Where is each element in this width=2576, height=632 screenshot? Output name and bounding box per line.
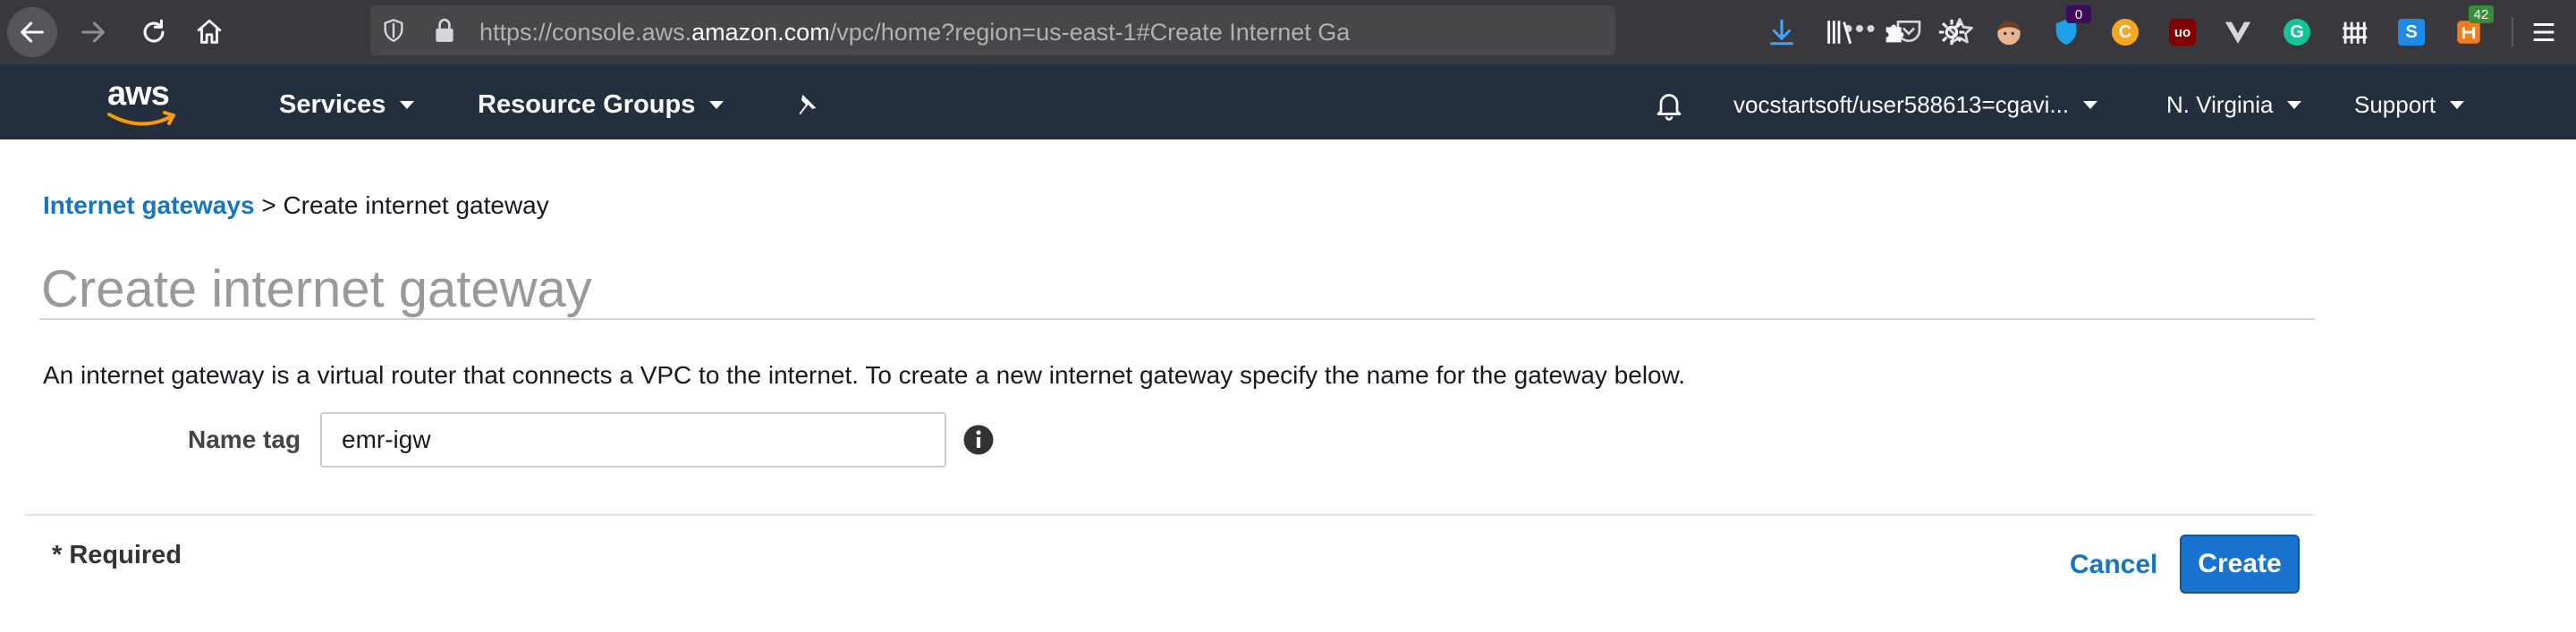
page-description: An internet gateway is a virtual router … xyxy=(43,361,1686,389)
puzzle-icon xyxy=(1885,24,1904,43)
app-menu-button[interactable] xyxy=(2526,14,2562,50)
sheets-extension-button[interactable]: 42 xyxy=(2451,5,2494,50)
download-arrow-icon xyxy=(1770,19,1793,46)
extensions-button[interactable] xyxy=(1878,14,1914,50)
grammarly-icon: G xyxy=(2284,19,2310,46)
c-extension-button[interactable]: C xyxy=(2107,14,2143,50)
title-divider xyxy=(39,318,2315,320)
bell-icon[interactable] xyxy=(1653,88,1685,122)
lock-icon[interactable] xyxy=(433,17,456,44)
region-menu-label: N. Virginia xyxy=(2166,90,2274,118)
services-menu-label: Services xyxy=(279,89,386,119)
name-tag-label: Name tag xyxy=(188,426,301,453)
required-note: * Required xyxy=(52,541,182,569)
chevron-down-icon xyxy=(709,100,724,109)
v-shape-icon xyxy=(2224,21,2251,44)
create-button[interactable]: Create xyxy=(2180,535,2300,594)
region-menu[interactable]: N. Virginia xyxy=(2166,89,2302,120)
aws-top-navigation: aws Services Resource Groups vocstartsof… xyxy=(0,64,2576,139)
chevron-down-icon xyxy=(400,100,415,109)
tracker-count-badge: 0 xyxy=(2066,5,2091,23)
reload-icon xyxy=(143,19,165,43)
breadcrumb: Internet gateways > Create internet gate… xyxy=(43,191,549,220)
url-bar[interactable]: https://console.aws.amazon.com/vpc/home?… xyxy=(370,5,1973,55)
services-menu[interactable]: Services xyxy=(279,89,415,120)
support-menu[interactable]: Support xyxy=(2354,89,2465,120)
browser-toolbar: https://console.aws.amazon.com/vpc/home?… xyxy=(0,0,2576,64)
resource-groups-menu[interactable]: Resource Groups xyxy=(478,89,724,120)
aws-smile-icon xyxy=(107,111,175,126)
breadcrumb-internet-gateways-link[interactable]: Internet gateways xyxy=(43,191,255,219)
hamburger-icon xyxy=(2533,22,2555,42)
downloads-button[interactable] xyxy=(1764,14,1800,50)
chevron-down-icon xyxy=(2083,100,2098,109)
back-button[interactable] xyxy=(7,7,57,57)
name-tag-input[interactable] xyxy=(320,412,946,468)
home-button[interactable] xyxy=(184,7,234,57)
arrow-right-icon xyxy=(81,21,105,43)
home-icon xyxy=(197,19,222,44)
sheets-count-badge: 42 xyxy=(2469,5,2494,23)
account-menu[interactable]: vocstartsoft/user588613=cgavi... xyxy=(1733,89,2098,120)
settings-extension-button[interactable] xyxy=(1934,14,1970,50)
c-letter-icon: C xyxy=(2112,19,2139,46)
ublock-extension-button[interactable]: uo xyxy=(2165,14,2200,50)
fence-icon xyxy=(2343,21,2368,44)
chevron-down-icon xyxy=(2287,100,2302,109)
breadcrumb-separator: > xyxy=(261,191,276,219)
library-icon xyxy=(1827,21,1852,45)
reload-button[interactable] xyxy=(129,7,179,57)
s-letter-icon: S xyxy=(2398,19,2425,46)
info-icon[interactable] xyxy=(962,424,995,456)
columns-extension-button[interactable] xyxy=(2336,14,2372,50)
aws-logo-text: aws xyxy=(107,75,170,113)
resource-groups-menu-label: Resource Groups xyxy=(478,89,696,119)
forward-button[interactable] xyxy=(68,7,118,57)
cancel-button[interactable]: Cancel xyxy=(2070,550,2157,580)
s-extension-button[interactable]: S xyxy=(2394,14,2429,50)
tracker-extension-button[interactable]: 0 xyxy=(2048,5,2091,50)
avatar-extension-button[interactable] xyxy=(1991,14,2027,50)
toolbar-divider xyxy=(2512,18,2513,46)
gear-icon xyxy=(1938,19,1965,46)
pin-icon[interactable] xyxy=(792,91,819,118)
url-text[interactable]: https://console.aws.amazon.com/vpc/home?… xyxy=(479,19,1419,46)
account-menu-label: vocstartsoft/user588613=cgavi... xyxy=(1733,90,2070,118)
page-title: Create internet gateway xyxy=(41,260,592,318)
chevron-down-icon xyxy=(2450,100,2465,109)
grammarly-extension-button[interactable]: G xyxy=(2279,14,2315,50)
footer-divider xyxy=(25,514,2315,516)
support-menu-label: Support xyxy=(2354,90,2436,118)
tracking-shield-icon[interactable] xyxy=(381,18,406,43)
avatar-face-icon xyxy=(1997,21,2021,46)
aws-logo[interactable]: aws xyxy=(106,75,184,129)
vue-extension-button[interactable] xyxy=(2220,14,2256,50)
arrow-left-icon xyxy=(21,21,44,43)
ublock-icon: uo xyxy=(2169,19,2196,46)
library-button[interactable] xyxy=(1821,14,1857,50)
breadcrumb-current: Create internet gateway xyxy=(283,191,549,219)
